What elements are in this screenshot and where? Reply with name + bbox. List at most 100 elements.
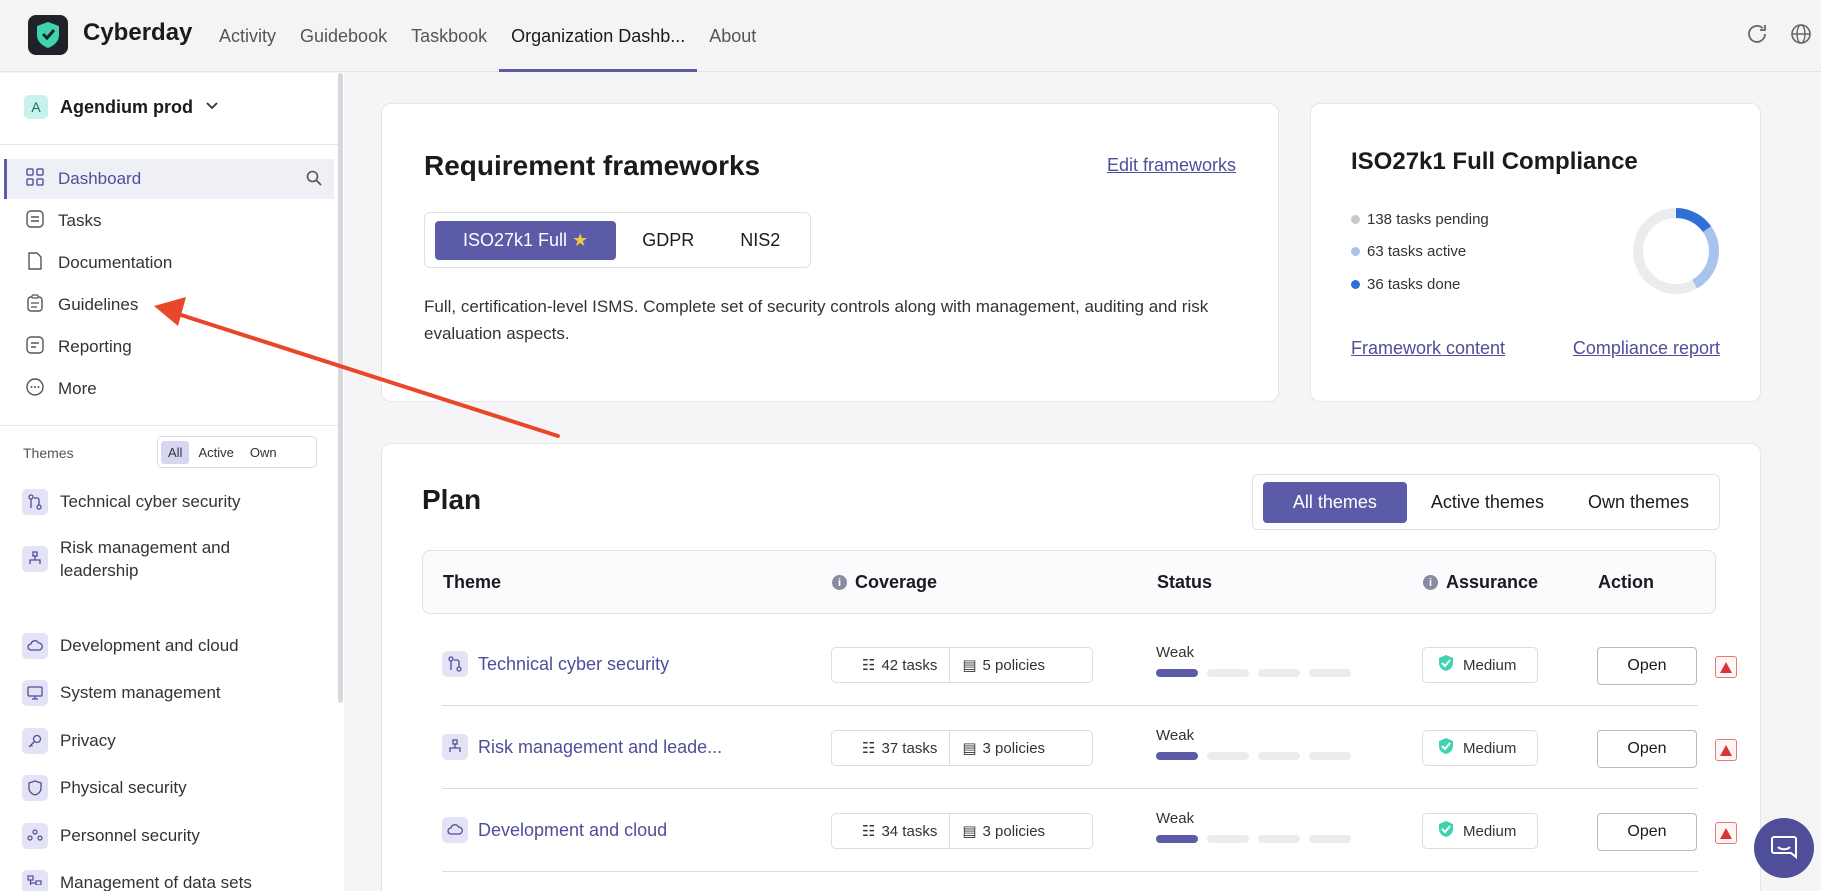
row-theme-label: Development and cloud [478, 819, 668, 840]
col-assurance: i Assurance [1423, 572, 1538, 593]
themes-filter-active[interactable]: Active [191, 441, 240, 464]
framework-tab-gdpr[interactable]: GDPR [622, 221, 714, 260]
sidebar-theme-label: Personnel security [60, 826, 200, 845]
coverage-policies-label: 3 policies [982, 739, 1046, 757]
col-assurance-label: Assurance [1446, 572, 1539, 592]
top-bar: Cyberday Activity Guidebook Taskbook Org… [0, 0, 1821, 72]
sidebar-theme-label: Technical cyber security [60, 492, 241, 511]
cyberday-logo-icon[interactable] [28, 15, 68, 55]
sidebar-item-documentation[interactable]: Documentation [4, 243, 334, 283]
search-icon[interactable] [306, 170, 322, 191]
tasks-icon: ☷ [862, 657, 876, 674]
legend-pending-label: 138 tasks pending [1367, 211, 1489, 228]
org-chart-icon [22, 546, 48, 572]
policy-icon: ▤ [962, 657, 977, 674]
themes-heading: Themes [23, 445, 74, 461]
sidebar-scrollbar[interactable] [338, 73, 343, 703]
row-theme-link[interactable]: Technical cyber security [442, 651, 669, 677]
row-theme-label: Risk management and leade... [478, 736, 723, 757]
row-theme-link[interactable]: Risk management and leade... [442, 734, 722, 760]
framework-description: Full, certification-level ISMS. Complete… [424, 297, 1209, 343]
info-icon[interactable]: i [1423, 575, 1438, 590]
sidebar-theme-item[interactable]: Privacy [22, 728, 322, 754]
divider [0, 144, 338, 145]
status-bar [1156, 752, 1198, 760]
table-row: Development and cloud ☷ 34 tasks ▤ 3 polici… [442, 790, 1737, 872]
coverage-policies-label: 3 policies [982, 822, 1046, 840]
status-meter: Weak [1156, 644, 1351, 677]
status-meter: Weak [1156, 810, 1351, 843]
coverage-tasks-label: 42 tasks [881, 656, 938, 674]
col-status: Status [1157, 572, 1213, 592]
topnav-about[interactable]: About [697, 0, 768, 72]
sidebar-item-label: Tasks [58, 211, 102, 230]
plan-filter: All themes Active themes Own themes [1251, 474, 1720, 530]
warning-icon[interactable] [1715, 656, 1737, 678]
status-bar [1309, 835, 1351, 843]
topnav-guidebook[interactable]: Guidebook [288, 0, 399, 72]
assurance-badge: Medium [1422, 647, 1538, 683]
warning-icon[interactable] [1715, 739, 1737, 761]
assurance-badge: Medium [1422, 813, 1538, 849]
status-bar [1156, 669, 1198, 677]
legend-pending: 138 tasks pending [1351, 211, 1489, 228]
sidebar-theme-item[interactable]: Personnel security [22, 823, 322, 849]
sidebar-theme-item[interactable]: System management [22, 680, 322, 706]
globe-icon[interactable] [1789, 22, 1813, 51]
org-chart-icon [442, 734, 468, 760]
sidebar-item-label: Reporting [58, 337, 132, 356]
status-bar [1258, 669, 1300, 677]
plan-title: Plan [422, 484, 482, 515]
refresh-icon[interactable] [1745, 22, 1769, 51]
framework-tab-iso27k1[interactable]: ISO27k1 Full ★ [435, 220, 617, 260]
dot-done [1351, 280, 1360, 289]
tasks-icon: ☷ [862, 823, 876, 840]
framework-tab-nis2[interactable]: NIS2 [720, 221, 800, 260]
edit-frameworks-link[interactable]: Edit frameworks [1107, 155, 1236, 176]
sidebar-item-more[interactable]: More [4, 369, 334, 409]
sidebar-item-reporting[interactable]: Reporting [4, 327, 334, 367]
open-button[interactable]: Open [1597, 730, 1697, 768]
more-icon [26, 377, 44, 401]
org-switcher[interactable]: A Agendium prod [24, 95, 219, 119]
coverage-policies: ▤ 3 policies [950, 814, 1057, 848]
topnav-taskbook[interactable]: Taskbook [399, 0, 499, 72]
legend-active: 63 tasks active [1351, 243, 1466, 260]
coverage-tasks-label: 37 tasks [881, 739, 938, 757]
git-branch-icon [442, 651, 468, 677]
sidebar-theme-item[interactable]: Risk management and leadership [22, 536, 322, 582]
status-meter: Weak [1156, 727, 1351, 760]
top-nav: Activity Guidebook Taskbook Organization… [207, 0, 768, 72]
open-button[interactable]: Open [1597, 813, 1697, 851]
framework-content-link[interactable]: Framework content [1351, 338, 1505, 359]
sidebar-theme-item[interactable]: Development and cloud [22, 633, 322, 659]
cloud-icon [22, 633, 48, 659]
chat-launcher-button[interactable] [1754, 818, 1814, 878]
sidebar-theme-item[interactable]: Technical cyber security [22, 489, 322, 515]
info-icon[interactable]: i [832, 575, 847, 590]
themes-filter-own[interactable]: Own [243, 441, 284, 464]
themes-filter: All Active Own [157, 436, 317, 468]
compliance-report-link[interactable]: Compliance report [1573, 338, 1720, 359]
sidebar-item-dashboard[interactable]: Dashboard [4, 159, 334, 199]
sidebar-theme-label: Management of data sets [60, 873, 252, 891]
sidebar-theme-item[interactable]: Physical security [22, 775, 322, 801]
topnav-activity[interactable]: Activity [207, 0, 288, 72]
sidebar-item-guidelines[interactable]: Guidelines [4, 285, 334, 325]
plan-filter-active[interactable]: Active themes [1411, 482, 1564, 523]
open-button[interactable]: Open [1597, 647, 1697, 685]
row-theme-link[interactable]: Development and cloud [442, 817, 667, 843]
col-theme: Theme [443, 572, 502, 592]
themes-filter-all[interactable]: All [161, 440, 190, 464]
col-coverage-label: Coverage [855, 572, 938, 592]
coverage-policies-label: 5 policies [982, 656, 1046, 674]
topnav-organization-dashboard[interactable]: Organization Dashb... [499, 0, 698, 72]
policy-icon: ▤ [962, 823, 977, 840]
warning-icon[interactable] [1715, 822, 1737, 844]
plan-filter-own[interactable]: Own themes [1568, 482, 1709, 523]
sidebar-theme-label: System management [60, 683, 221, 702]
sidebar-item-tasks[interactable]: Tasks [4, 201, 334, 241]
sidebar-theme-item[interactable]: Management of data sets [22, 870, 322, 891]
plan-filter-all[interactable]: All themes [1262, 481, 1407, 523]
assurance-check-icon [1437, 737, 1455, 759]
